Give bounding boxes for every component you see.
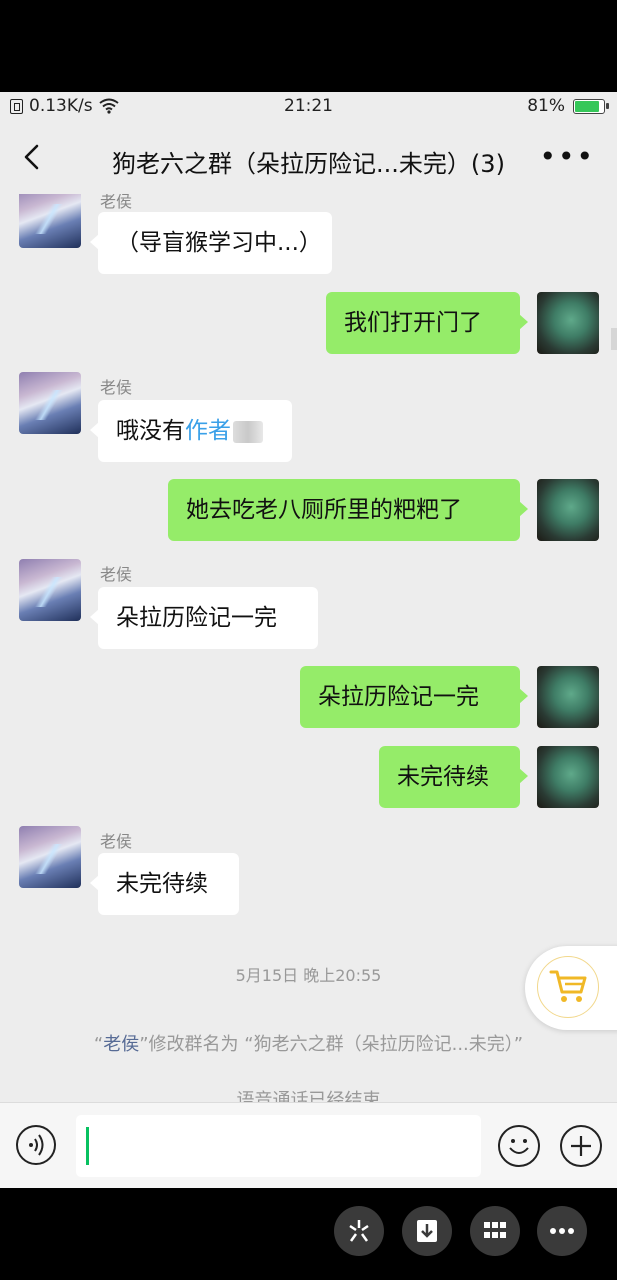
system-message: “老侯”修改群名为 “狗老六之群（朵拉历险记...未完）” — [93, 1034, 524, 1055]
cart-button[interactable] — [525, 946, 617, 1030]
avatar[interactable] — [537, 746, 599, 808]
text-cursor — [86, 1127, 89, 1165]
grid-button[interactable] — [470, 1206, 520, 1256]
download-button[interactable] — [402, 1206, 452, 1256]
blur-patch — [233, 420, 263, 443]
message-list[interactable]: 老侯 （导盲猴学习中...） 我们打开门了 老侯 哦没有作者 她去吃老八厕所里的… — [0, 194, 617, 1102]
more-options-button[interactable] — [537, 1206, 587, 1256]
ellipsis-icon — [550, 1228, 574, 1234]
more-icon[interactable]: ••• — [539, 142, 595, 172]
status-right: 81% — [527, 96, 609, 116]
message-bubble[interactable]: 朵拉历险记一完 — [90, 587, 318, 649]
avatar[interactable] — [19, 194, 81, 248]
chat-header: 狗老六之群（朵拉历险记...未完）(3) ••• — [0, 122, 617, 194]
sender-name: 老侯 — [100, 378, 133, 397]
avatar[interactable] — [19, 826, 81, 888]
message-bubble[interactable]: （导盲猴学习中...） — [90, 212, 332, 274]
message-input[interactable] — [76, 1115, 481, 1177]
cart-icon — [549, 970, 587, 1002]
bottom-toolbar — [0, 1188, 617, 1280]
top-black-area — [0, 0, 617, 92]
battery-icon — [573, 98, 609, 114]
message-bubble[interactable]: 未完待续 — [379, 746, 528, 808]
sender-name: 老侯 — [100, 832, 133, 851]
avatar[interactable] — [19, 559, 81, 621]
watermark-text: 作者 — [185, 418, 231, 444]
message-bubble[interactable]: 未完待续 — [90, 853, 239, 915]
avatar[interactable] — [19, 372, 81, 434]
input-bar — [0, 1102, 617, 1188]
back-icon[interactable] — [18, 142, 48, 172]
plus-icon[interactable] — [560, 1125, 602, 1167]
download-icon — [417, 1220, 437, 1242]
sender-name: 老侯 — [100, 194, 133, 211]
message-bubble[interactable]: 她去吃老八厕所里的粑粑了 — [168, 479, 528, 541]
sender-name: 老侯 — [100, 565, 133, 584]
battery-percent: 81% — [527, 96, 565, 116]
avatar[interactable] — [537, 666, 599, 728]
status-bar: 0.13K/s 21:21 81% — [0, 92, 617, 122]
emoji-icon[interactable] — [498, 1125, 540, 1167]
avatar[interactable] — [537, 292, 599, 354]
message-bubble[interactable]: 我们打开门了 — [326, 292, 528, 354]
message-bubble[interactable]: 哦没有作者 — [90, 400, 292, 462]
message-text: 哦没有 — [116, 418, 185, 444]
system-message-user[interactable]: 老侯 — [103, 1034, 139, 1055]
system-message-voice: 语音通话已经结束 — [236, 1090, 381, 1102]
message-bubble[interactable]: 朵拉历险记一完 — [300, 666, 528, 728]
system-message-text: 修改群名为 “狗老六之群（朵拉历险记...未完）” — [148, 1034, 524, 1055]
scrollbar[interactable] — [611, 328, 617, 350]
tool-button[interactable] — [334, 1206, 384, 1256]
voice-icon[interactable] — [16, 1125, 56, 1165]
grid-icon — [484, 1222, 506, 1238]
avatar[interactable] — [537, 479, 599, 541]
chat-title: 狗老六之群（朵拉历险记...未完）(3) — [112, 150, 505, 178]
clock: 21:21 — [284, 96, 333, 116]
spark-icon — [349, 1220, 369, 1242]
